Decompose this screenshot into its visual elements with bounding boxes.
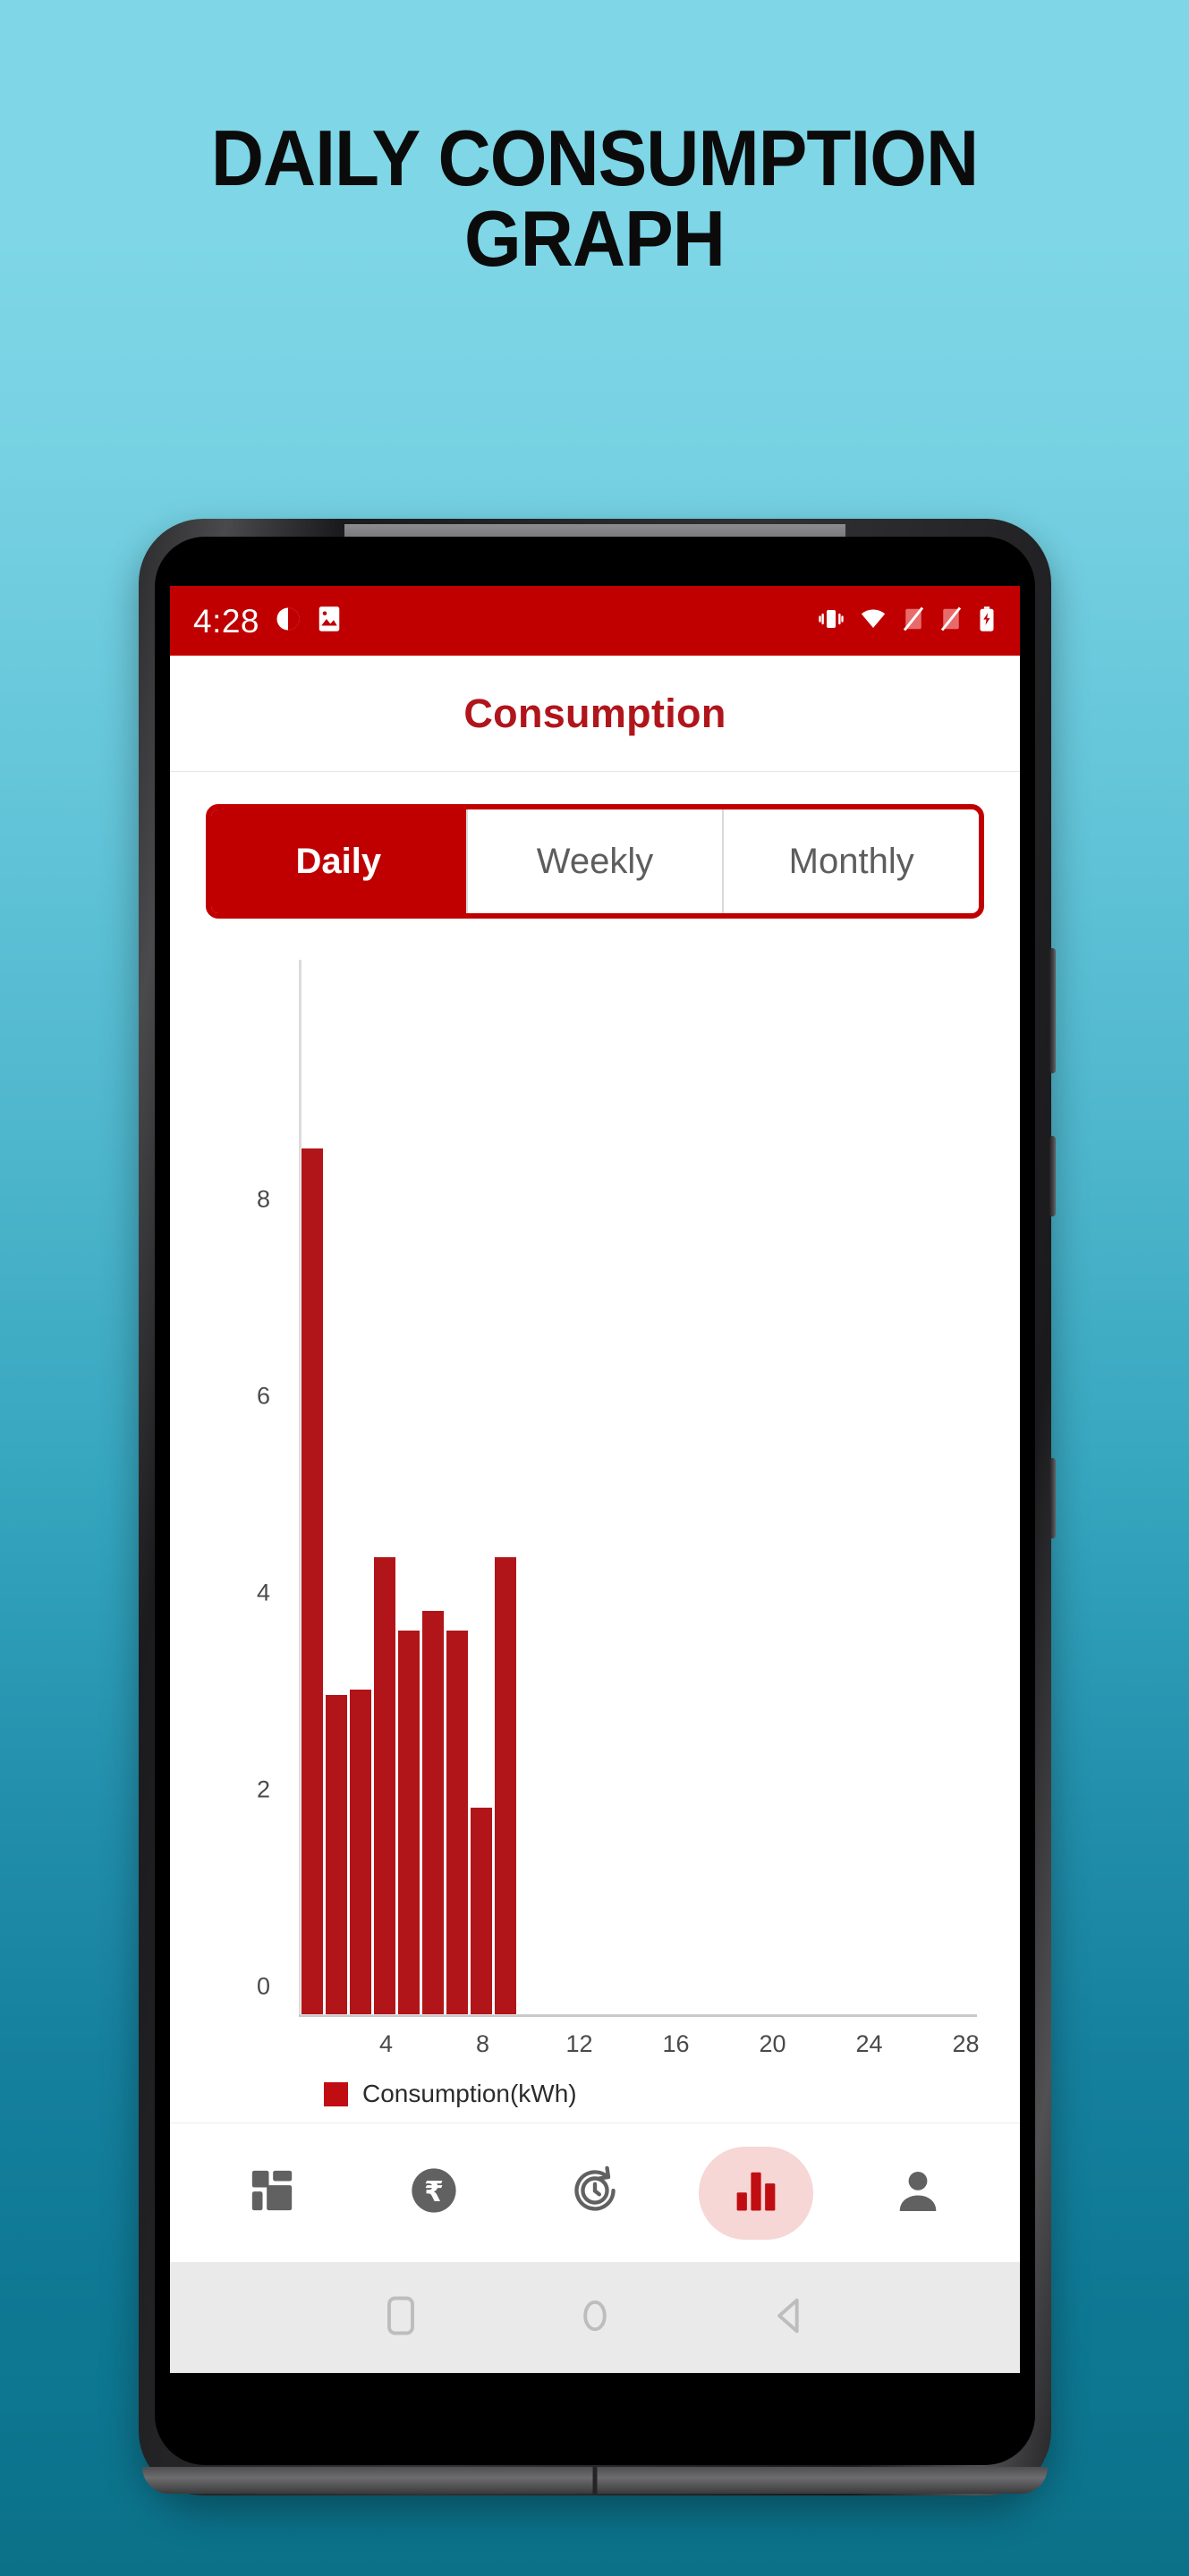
x-tick-8: 8 bbox=[475, 2030, 490, 2057]
app-bar-title: Consumption bbox=[463, 690, 726, 736]
nav-item-profile[interactable] bbox=[861, 2147, 975, 2240]
bar-day-7[interactable] bbox=[446, 1631, 468, 2014]
bar-day-4[interactable] bbox=[374, 1556, 395, 2014]
status-bar: 4:28 bbox=[170, 586, 1020, 656]
svg-text:₹: ₹ bbox=[424, 2176, 444, 2208]
phone-mockup: 4:28 Consumption Daily Weekly Monthly 0 … bbox=[139, 519, 1056, 2496]
app-screen: 4:28 Consumption Daily Weekly Monthly 0 … bbox=[170, 586, 1020, 2373]
bar-chart-icon bbox=[732, 2166, 780, 2219]
person-icon bbox=[892, 2165, 944, 2221]
x-tick-4: 4 bbox=[378, 2030, 394, 2057]
page-title-line-2: GRAPH bbox=[464, 193, 726, 283]
page-title-line-1: DAILY CONSUMPTION bbox=[210, 114, 979, 202]
bar-day-6[interactable] bbox=[422, 1611, 444, 2014]
vibrate-icon bbox=[818, 606, 845, 637]
tab-weekly[interactable]: Weekly bbox=[465, 809, 723, 913]
page-title: DAILY CONSUMPTION GRAPH bbox=[42, 118, 1148, 279]
y-tick-0: 0 bbox=[256, 1972, 270, 2000]
x-tick-24: 24 bbox=[855, 2030, 883, 2057]
bar-series bbox=[301, 1030, 516, 2014]
image-icon bbox=[317, 606, 342, 637]
power-button[interactable] bbox=[1049, 1458, 1056, 1538]
legend-label-consumption: Consumption(kWh) bbox=[362, 2080, 577, 2107]
chart-legend: Consumption(kWh) bbox=[193, 2053, 997, 2108]
y-tick-2: 2 bbox=[256, 1775, 270, 1803]
phone-screen-glass: 4:28 Consumption Daily Weekly Monthly 0 … bbox=[155, 537, 1035, 2465]
tab-monthly[interactable]: Monthly bbox=[722, 809, 979, 913]
home-circle-icon bbox=[575, 2292, 615, 2343]
status-bar-left: 4:28 bbox=[193, 605, 342, 638]
x-tick-28: 28 bbox=[952, 2030, 980, 2057]
recents-square-icon bbox=[381, 2292, 420, 2343]
period-segmented-control[interactable]: Daily Weekly Monthly bbox=[206, 804, 984, 919]
back-triangle-icon bbox=[769, 2292, 809, 2343]
phone-chin bbox=[142, 2467, 1048, 2494]
y-tick-8: 8 bbox=[256, 1185, 270, 1213]
bar-day-5[interactable] bbox=[398, 1631, 420, 2014]
signal-off-1-icon bbox=[902, 606, 925, 637]
x-axis-line bbox=[299, 2014, 977, 2017]
consumption-chart: 02468 4 8 12 16 20 24 28 Consumption(kWh) bbox=[170, 919, 1020, 2123]
x-tick-12: 12 bbox=[565, 2030, 593, 2057]
app-bar: Consumption bbox=[170, 656, 1020, 772]
nav-item-analytics[interactable] bbox=[699, 2146, 814, 2240]
volume-up-button[interactable] bbox=[1049, 948, 1056, 1073]
x-tick-16: 16 bbox=[662, 2030, 690, 2057]
legend-swatch-consumption bbox=[324, 2081, 348, 2106]
rupee-coin-icon: ₹ bbox=[408, 2165, 460, 2221]
back-button[interactable] bbox=[753, 2286, 825, 2349]
battery-charging-icon bbox=[977, 606, 997, 637]
do-not-disturb-icon bbox=[275, 606, 301, 637]
nav-item-dashboard[interactable] bbox=[215, 2147, 329, 2240]
bar-day-9[interactable] bbox=[495, 1556, 516, 2014]
recents-button[interactable] bbox=[365, 2286, 437, 2349]
bar-day-8[interactable] bbox=[471, 1808, 492, 2014]
android-system-nav bbox=[170, 2262, 1020, 2373]
status-bar-clock: 4:28 bbox=[193, 602, 260, 640]
y-tick-4: 4 bbox=[256, 1579, 270, 1606]
x-tick-20: 20 bbox=[759, 2030, 786, 2057]
bottom-navigation: ₹ bbox=[170, 2123, 1020, 2262]
nav-item-payments[interactable]: ₹ bbox=[377, 2147, 491, 2240]
signal-off-2-icon bbox=[939, 606, 963, 637]
nav-item-history[interactable] bbox=[538, 2147, 652, 2240]
status-bar-right bbox=[818, 606, 997, 637]
bar-day-1[interactable] bbox=[301, 1148, 323, 2014]
volume-down-button[interactable] bbox=[1049, 1136, 1056, 1216]
bar-day-3[interactable] bbox=[350, 1690, 371, 2014]
home-button[interactable] bbox=[559, 2286, 631, 2349]
dashboard-grid-icon bbox=[247, 2165, 297, 2220]
wifi-icon bbox=[859, 606, 888, 637]
chart-plot-area: 02468 4 8 12 16 20 24 28 bbox=[193, 960, 997, 2057]
bar-day-2[interactable] bbox=[326, 1694, 347, 2014]
tab-daily[interactable]: Daily bbox=[211, 809, 466, 913]
period-selector-wrap: Daily Weekly Monthly bbox=[170, 772, 1020, 919]
y-tick-6: 6 bbox=[256, 1382, 270, 1410]
history-clock-icon bbox=[569, 2165, 621, 2221]
